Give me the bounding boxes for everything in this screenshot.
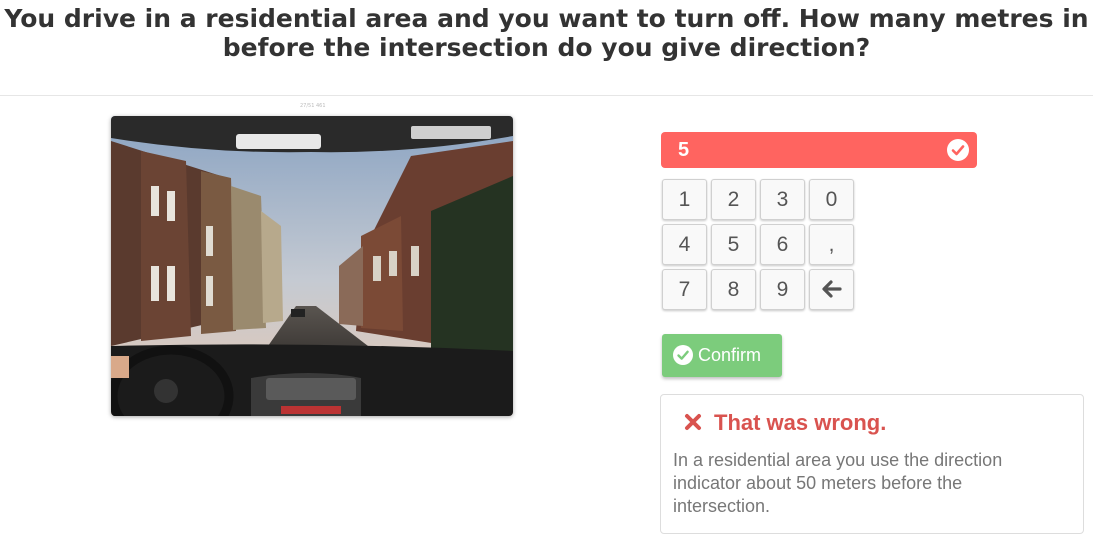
image-caption: 27/51 461	[300, 103, 326, 109]
question-image	[111, 116, 513, 416]
header-divider	[0, 95, 1093, 96]
key-1[interactable]: 1	[662, 179, 707, 220]
confirm-button[interactable]: Confirm	[662, 334, 782, 377]
question-text: You drive in a residential area and you …	[4, 4, 1089, 62]
key-8[interactable]: 8	[711, 269, 756, 310]
key-4[interactable]: 4	[662, 224, 707, 265]
backspace-key[interactable]	[809, 269, 854, 310]
key-2[interactable]: 2	[711, 179, 756, 220]
key-3[interactable]: 3	[760, 179, 805, 220]
key-9[interactable]: 9	[760, 269, 805, 310]
feedback-explanation: In a residential area you use the direct…	[673, 450, 1003, 516]
key-5[interactable]: 5	[711, 224, 756, 265]
feedback-title: That was wrong.	[714, 410, 887, 435]
key-comma[interactable]: ,	[809, 224, 854, 265]
confirm-label: Confirm	[698, 345, 762, 365]
answer-value: 5	[678, 139, 690, 161]
arrow-left-icon	[821, 280, 842, 298]
key-0[interactable]: 0	[809, 179, 854, 220]
check-circle-icon	[947, 139, 969, 161]
x-mark-icon	[685, 414, 701, 430]
feedback-panel: That was wrong. In a residential area yo…	[660, 394, 1084, 534]
key-6[interactable]: 6	[760, 224, 805, 265]
check-circle-icon	[673, 345, 693, 365]
answer-display: 5	[661, 132, 977, 168]
key-7[interactable]: 7	[662, 269, 707, 310]
